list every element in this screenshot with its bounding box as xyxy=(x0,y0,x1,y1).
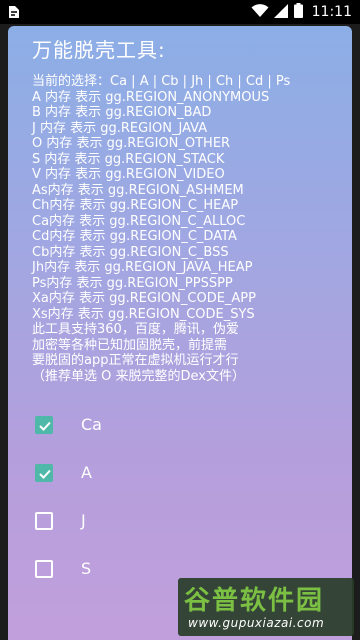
watermark-title: 谷普软件园 xyxy=(184,586,325,616)
signal-icon xyxy=(273,3,289,22)
tool-description: 此工具支持360，百度，腾讯，伪爱 加密等各种已知加固脱壳，前提需 要脱固的ap… xyxy=(32,322,245,384)
site-watermark: 谷普软件园 www.gupuxiazai.com xyxy=(178,578,354,636)
region-line: Cb内存 表示 gg.REGION_C_BSS xyxy=(32,244,229,260)
option-j[interactable]: J xyxy=(8,498,352,546)
region-line: A 内存 表示 gg.REGION_ANONYMOUS xyxy=(32,89,270,105)
region-line: Ch内存 表示 gg.REGION_C_HEAP xyxy=(32,198,239,213)
status-bar: 11:11 xyxy=(0,0,360,24)
region-info-text: 当前的选择：Ca | A | Cb | Jh | Ch | Cd | Ps A … xyxy=(32,74,344,384)
option-label: J xyxy=(81,511,86,530)
region-line: O 内存 表示 gg.REGION_OTHER xyxy=(32,136,231,151)
option-a[interactable]: A xyxy=(8,450,352,498)
region-line: Ps内存 表示 gg.REGION_PPSSPP xyxy=(32,275,233,291)
wifi-icon xyxy=(251,3,269,22)
option-label: A xyxy=(81,463,92,482)
region-line: V 内存 表示 gg.REGION_VIDEO xyxy=(32,167,225,182)
option-label: S xyxy=(81,559,92,578)
watermark-url: www.gupuxiazai.com xyxy=(188,616,325,630)
region-line: As内存 表示 gg.REGION_ASHMEM xyxy=(32,182,244,198)
region-line: Cd内存 表示 gg.REGION_C_DATA xyxy=(32,229,237,244)
battery-icon xyxy=(293,2,303,22)
current-selection-line: 当前的选择：Ca | A | Cb | Jh | Ch | Cd | Ps xyxy=(32,74,291,89)
status-icons: 11:11 xyxy=(251,2,352,22)
region-line: Ca内存 表示 gg.REGION_C_ALLOC xyxy=(32,213,246,229)
status-time: 11:11 xyxy=(311,4,352,20)
dialog-title: 万能脱壳工具: xyxy=(32,38,166,62)
option-label: Ca xyxy=(81,415,102,434)
region-line: B 内存 表示 gg.REGION_BAD xyxy=(32,105,212,120)
region-line: S 内存 表示 gg.REGION_STACK xyxy=(32,151,225,167)
region-option-list: Ca A J S xyxy=(8,402,352,594)
checkbox-checked-icon[interactable] xyxy=(35,464,53,482)
shell-tool-dialog: 万能脱壳工具: 当前的选择：Ca | A | Cb | Jh | Ch | Cd… xyxy=(8,26,352,640)
checkbox-checked-icon[interactable] xyxy=(35,416,53,434)
app-notification-icon xyxy=(6,4,22,20)
checkbox-unchecked-icon[interactable] xyxy=(35,560,53,578)
region-line: J 内存 表示 gg.REGION_JAVA xyxy=(32,120,208,136)
checkbox-unchecked-icon[interactable] xyxy=(35,512,53,530)
region-line: Xa内存 表示 gg.REGION_CODE_APP xyxy=(32,291,256,306)
option-ca[interactable]: Ca xyxy=(8,402,352,450)
region-line: Jh内存 表示 gg.REGION_JAVA_HEAP xyxy=(32,260,253,275)
region-line: Xs内存 表示 gg.REGION_CODE_SYS xyxy=(32,306,255,322)
